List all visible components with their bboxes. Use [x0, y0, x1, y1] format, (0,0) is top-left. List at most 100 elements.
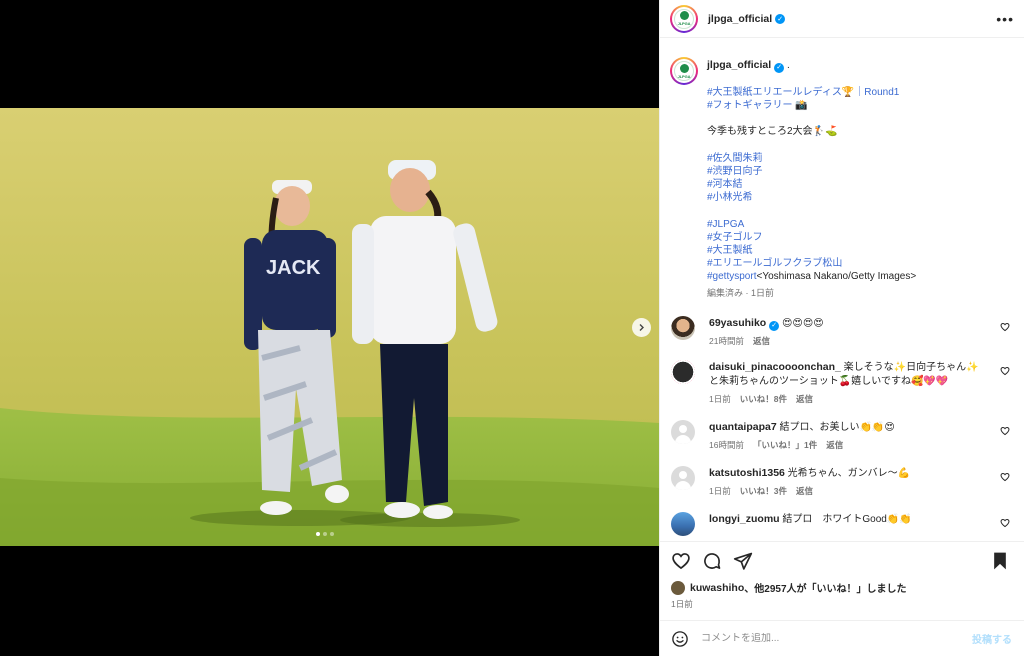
comment-time[interactable]: 1日前 — [709, 394, 731, 404]
comment-item: daisuki_pinacoooonchan_ 楽しそうな✨日向子ちゃん✨と朱莉… — [670, 359, 1014, 406]
hashtag-link[interactable]: #河本結 — [707, 179, 743, 190]
comment-text: 光希ちゃん、ガンバレ〜💪 — [787, 467, 911, 479]
save-button[interactable] — [991, 551, 1009, 571]
author-avatar[interactable]: JLPGA — [670, 4, 698, 33]
comment-list: 69yasuhiko ✓ 😍😍😍😍 21時間前 返信 daisuki_pinacoooo… — [670, 315, 1014, 536]
comment-likes[interactable]: いいね！3件 — [740, 486, 787, 496]
comment-icon — [704, 552, 721, 569]
more-options-icon[interactable]: ••• — [996, 12, 1014, 26]
comment-item: katsutoshi1356 光希ちゃん、ガンバレ〜💪 1日前 いいね！3件 返信 — [670, 465, 1014, 498]
comment-likes[interactable]: 「いいね！」1件 — [753, 440, 817, 450]
hashtag-link[interactable]: #エリエールゴルフクラブ松山 — [707, 258, 842, 269]
carousel-next-button[interactable] — [632, 318, 651, 337]
reply-button[interactable]: 返信 — [826, 440, 843, 450]
emoji-button[interactable] — [671, 630, 689, 648]
hashtag-link[interactable]: #大王製紙 — [707, 245, 753, 256]
like-button[interactable] — [671, 551, 691, 571]
likes-count-text[interactable]: 、他2957人が「いいね！」しました — [744, 580, 906, 595]
caption-first-line: . — [786, 60, 790, 71]
commenter-username[interactable]: longyi_zuomu — [709, 513, 780, 525]
caption-line: #フォトギャラリー 📸 — [707, 99, 1007, 112]
caption-time[interactable]: 1日前 — [751, 288, 774, 298]
liker-avatar[interactable] — [671, 580, 685, 595]
caption-line: #大王製紙 — [707, 244, 1007, 257]
carousel-dot-active — [316, 532, 320, 536]
comment-time[interactable]: 1日前 — [709, 486, 731, 496]
comment-likes[interactable]: いいね！8件 — [740, 394, 787, 404]
liker-username[interactable]: kuwashiho — [690, 582, 744, 594]
caption-line: 今季も残すところ2大会🏌️⛳ — [707, 125, 1007, 138]
post-photo[interactable]: JACK — [0, 108, 659, 546]
caption-author-avatar[interactable]: JLPGA — [670, 57, 698, 85]
caption-line — [707, 138, 1007, 151]
comment-meta: 21時間前 返信 — [709, 334, 984, 348]
comment-like-button[interactable] — [1000, 472, 1010, 485]
hashtag-link[interactable]: #小林光希 — [707, 192, 753, 203]
caption-line: #大王製紙エリエールレディス🏆｜Round1 — [707, 86, 1007, 99]
reply-button[interactable]: 返信 — [796, 486, 813, 496]
emoji-smile-icon — [672, 630, 688, 647]
hashtag-link[interactable]: #フォトギャラリー 📸 — [707, 100, 808, 111]
hashtag-link[interactable]: #gettysport — [707, 271, 756, 282]
post-side-panel: JLPGA jlpga_official ✓ ••• JLPGA jlpga_o… — [659, 0, 1024, 656]
commenter-avatar[interactable] — [671, 419, 695, 444]
action-bar — [660, 541, 1024, 579]
carousel-dot — [323, 532, 327, 536]
commenter-avatar[interactable] — [671, 465, 695, 490]
heart-icon — [672, 552, 690, 569]
hashtag-link[interactable]: #佐久間朱莉 — [707, 153, 763, 164]
comments-scroll-area[interactable]: JLPGA jlpga_official ✓ . #大王製紙エリエールレディス🏆｜… — [660, 39, 1024, 541]
bookmark-filled-icon — [994, 552, 1006, 569]
commenter-username[interactable]: katsutoshi1356 — [709, 467, 785, 479]
comment-like-button[interactable] — [1000, 426, 1010, 439]
share-button[interactable] — [733, 551, 753, 571]
golf-photo-illustration: JACK — [0, 108, 659, 546]
caption-line — [707, 204, 1007, 217]
author-username[interactable]: jlpga_official — [708, 13, 772, 25]
add-comment-bar: 投稿する — [660, 620, 1024, 656]
carousel-dot — [330, 532, 334, 536]
commenter-username[interactable]: 69yasuhiko — [709, 317, 766, 329]
caption-username[interactable]: jlpga_official — [707, 59, 771, 71]
jlpga-logo-icon: JLPGA — [674, 61, 694, 81]
comment-like-button[interactable] — [1000, 322, 1010, 335]
hashtag-link[interactable]: #渋野日向子 — [707, 166, 763, 177]
comment-like-button[interactable] — [1000, 518, 1010, 531]
commenter-username[interactable]: daisuki_pinacoooonchan_ — [709, 361, 841, 373]
commenter-avatar[interactable] — [671, 511, 695, 536]
caption-line: #佐久間朱莉 — [707, 152, 1007, 165]
comment-meta: 16時間前 「いいね！」1件 返信 — [709, 438, 984, 452]
post-header: JLPGA jlpga_official ✓ ••• — [660, 0, 1024, 38]
verified-badge-icon: ✓ — [775, 13, 786, 24]
hashtag-link[interactable]: #大王製紙エリエールレディス🏆｜Round1 — [707, 87, 899, 98]
post-date[interactable]: 1日前 — [671, 598, 693, 610]
commenter-avatar[interactable] — [671, 315, 695, 340]
commenter-username[interactable]: quantaipapa7 — [709, 421, 777, 433]
comment-button[interactable] — [702, 551, 722, 571]
comment-item: quantaipapa7 結プロ、お美しい👏👏😍 16時間前 「いいね！」1件 返信 — [670, 419, 1014, 452]
comment-like-button[interactable] — [1000, 366, 1010, 379]
comment-input[interactable] — [701, 633, 972, 644]
post-comment-button[interactable]: 投稿する — [972, 631, 1012, 646]
carousel-indicator — [316, 532, 334, 536]
hashtag-link[interactable]: #JLPGA — [707, 219, 744, 230]
heart-small-icon — [1000, 472, 1010, 481]
reply-button[interactable]: 返信 — [796, 394, 813, 404]
comment-item: longyi_zuomu 結プロ ホワイトGood👏👏 — [670, 511, 1014, 536]
reply-button[interactable]: 返信 — [753, 336, 770, 346]
comment-text: 結プロ ホワイトGood👏👏 — [782, 513, 912, 525]
svg-text:JACK: JACK — [266, 257, 321, 279]
hashtag-link[interactable]: #女子ゴルフ — [707, 232, 763, 243]
edited-label: 編集済み — [707, 287, 744, 298]
heart-small-icon — [1000, 322, 1010, 331]
caption-line: #小林光希 — [707, 191, 1007, 204]
comment-time[interactable]: 21時間前 — [709, 336, 744, 346]
comment-time[interactable]: 16時間前 — [709, 440, 744, 450]
caption-line: #渋野日向子 — [707, 165, 1007, 178]
caption-line: #河本結 — [707, 178, 1007, 191]
caption-line — [707, 112, 1007, 125]
caption-text: #大王製紙エリエールレディス🏆｜Round1 #フォトギャラリー 📸 今季も残すとこ… — [707, 86, 1007, 271]
photo-credit: <Yoshimasa Nakano/Getty Images> — [756, 271, 917, 283]
commenter-avatar[interactable] — [671, 359, 695, 384]
chevron-right-icon — [639, 324, 644, 331]
